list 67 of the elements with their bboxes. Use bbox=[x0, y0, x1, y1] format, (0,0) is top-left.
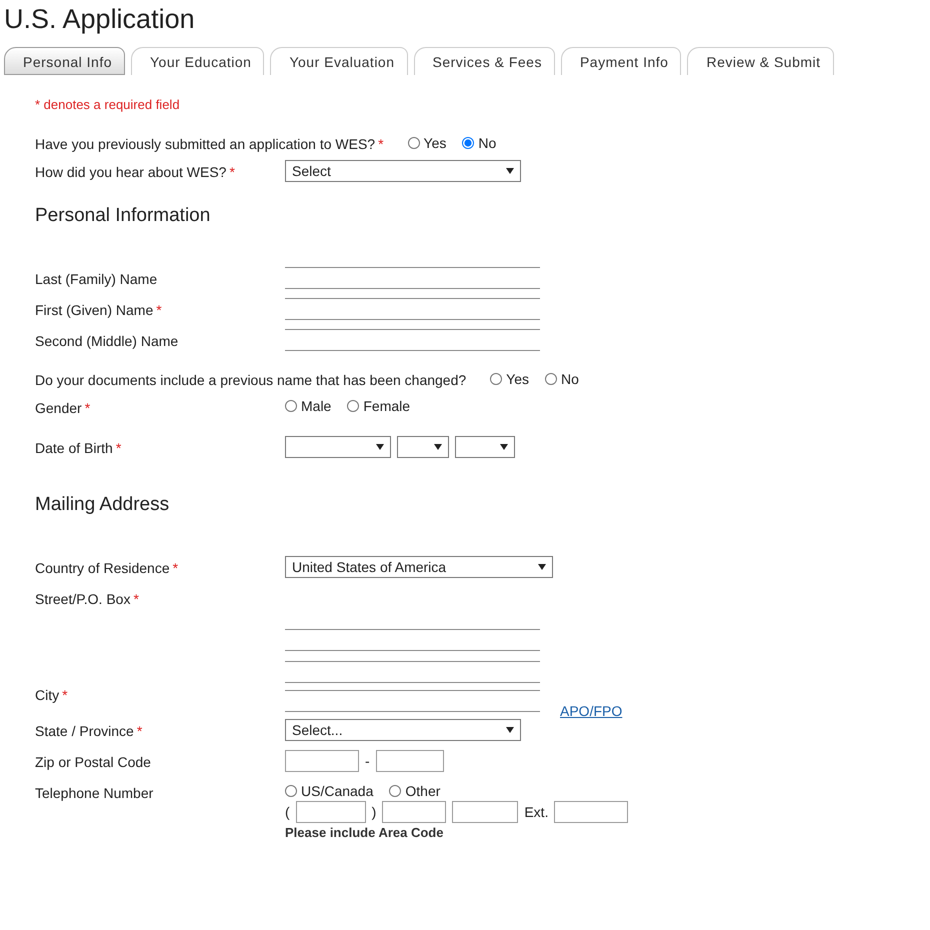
radio-label: Other bbox=[405, 783, 440, 799]
select-value: Select bbox=[292, 163, 331, 179]
radio-button[interactable] bbox=[490, 373, 502, 385]
radio-button[interactable] bbox=[462, 137, 474, 149]
tab[interactable]: Services & Fees bbox=[414, 47, 555, 75]
paren-text: ( bbox=[285, 804, 290, 820]
tab[interactable]: Your Education bbox=[131, 47, 264, 75]
radio-button[interactable] bbox=[347, 400, 360, 412]
separator: - bbox=[365, 753, 370, 769]
field-label: How did you hear about WES? * bbox=[35, 163, 236, 180]
ext-label: Ext. bbox=[524, 804, 548, 820]
field-label: State / Province * bbox=[35, 722, 144, 739]
tab[interactable]: Payment Info bbox=[560, 47, 682, 75]
field-label: Street/P.O. Box * bbox=[35, 590, 140, 607]
select-field[interactable]: Select... bbox=[285, 719, 521, 741]
section-heading: Personal Information bbox=[35, 205, 212, 227]
radio-button[interactable] bbox=[285, 400, 297, 412]
select-field[interactable]: United States of America bbox=[285, 556, 553, 578]
paren-text: ) bbox=[372, 804, 376, 820]
select-field[interactable] bbox=[455, 436, 515, 458]
radio-button[interactable] bbox=[408, 137, 420, 149]
zip-extension-field[interactable] bbox=[376, 750, 444, 772]
caret-icon bbox=[506, 168, 514, 174]
phone-field[interactable] bbox=[382, 801, 446, 823]
field-label: Last (Family) Name bbox=[35, 270, 158, 287]
field-label: Country of Residence * bbox=[35, 559, 180, 576]
radio-label: Male bbox=[301, 398, 332, 414]
tab[interactable]: Review & Submit bbox=[687, 47, 834, 75]
caret-icon bbox=[376, 444, 384, 450]
tab[interactable]: Personal Info bbox=[4, 47, 125, 75]
radio-button[interactable] bbox=[389, 785, 402, 797]
page-title: U.S. Application bbox=[4, 4, 196, 35]
caret-icon bbox=[434, 444, 442, 450]
hint-text: Please include Area Code bbox=[285, 825, 444, 840]
field-label: First (Given) Name * bbox=[35, 301, 163, 318]
zip-field[interactable] bbox=[285, 750, 359, 772]
radio-label: Yes bbox=[506, 371, 530, 387]
radio-label: No bbox=[478, 135, 496, 151]
radio-label: US/Canada bbox=[301, 783, 374, 799]
select-field[interactable] bbox=[285, 436, 391, 458]
caret-icon bbox=[538, 564, 546, 570]
select-field[interactable]: Select bbox=[285, 160, 521, 182]
radio-button[interactable] bbox=[545, 373, 558, 385]
radio-label: Female bbox=[363, 398, 410, 414]
tab[interactable]: Your Evaluation bbox=[270, 47, 408, 75]
radio-button[interactable] bbox=[285, 785, 297, 797]
radio-label: Yes bbox=[424, 135, 446, 151]
radio-label: No bbox=[561, 371, 579, 387]
phone-field[interactable] bbox=[452, 801, 518, 823]
field-label: Have you previously submitted an application to WES? * bbox=[35, 135, 384, 152]
field-label: Second (Middle) Name bbox=[35, 332, 180, 349]
field-label: Date of Birth * bbox=[35, 439, 122, 456]
field-label: City * bbox=[35, 686, 69, 703]
field-label: Telephone Number bbox=[35, 784, 154, 801]
field-label: Gender * bbox=[35, 399, 92, 416]
caret-icon bbox=[506, 727, 514, 733]
select-value: Select... bbox=[292, 722, 343, 738]
field-label: Zip or Postal Code bbox=[35, 753, 152, 770]
caret-icon bbox=[500, 444, 508, 450]
required-note: * denotes a required field bbox=[35, 97, 181, 112]
select-field[interactable] bbox=[397, 436, 449, 458]
field-label: Do your documents include a previous name that has been changed? bbox=[35, 371, 466, 388]
select-value: United States of America bbox=[292, 559, 446, 575]
area-code-field[interactable] bbox=[296, 801, 366, 823]
apo-fpo-link[interactable]: APO/FPO bbox=[560, 703, 622, 719]
ext-field[interactable] bbox=[554, 801, 628, 823]
section-heading: Mailing Address bbox=[35, 494, 170, 516]
